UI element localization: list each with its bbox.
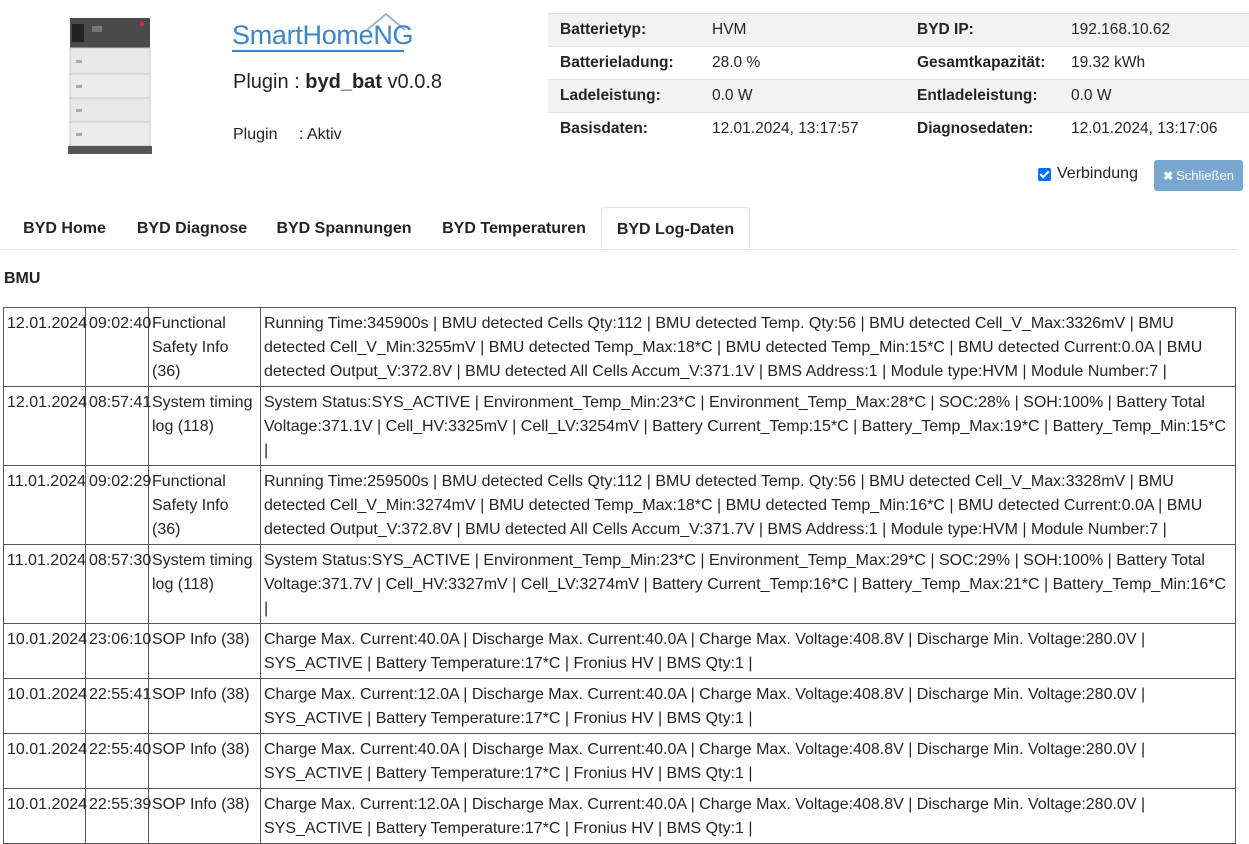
log-type: System timing log (118) [148,386,261,466]
log-row: 10.01.2024 22:55:41 SOP Info (38) Charge Ma… [3,678,1236,734]
tab-byd-temperaturen[interactable]: BYD Temperaturen [428,207,600,249]
plugin-prefix: Plugin : [233,71,306,93]
log-date: 10.01.2024 [3,733,87,789]
plugin-status-value: : Aktiv [299,126,342,143]
log-text: Running Time:259500s | BMU detected Cell… [260,465,1236,545]
plugin-name: byd_bat [305,71,382,93]
tab-byd-spannungen[interactable]: BYD Spannungen [263,207,425,249]
info-label: Ladeleistung: [548,79,700,113]
log-type: Functional Safety Info (36) [148,465,261,545]
battery-product-image [68,18,152,154]
battery-info-table: Batterietyp: HVM BYD IP: 192.168.10.62 Batte… [548,13,1249,145]
close-button-label: Schließen [1176,168,1234,183]
log-text: System Status:SYS_ACTIVE | Environment_T… [260,386,1236,466]
plugin-status-line: Plugin : Aktiv [233,126,342,144]
log-text: Charge Max. Current:12.0A | Discharge Ma… [260,788,1236,844]
log-date: 10.01.2024 [3,678,87,734]
log-text: System Status:SYS_ACTIVE | Environment_T… [260,544,1236,624]
log-time: 22:55:39 [85,788,151,844]
info-row: Batterietyp: HVM BYD IP: 192.168.10.62 [548,13,1249,47]
log-date: 12.01.2024 [3,386,87,466]
log-text: Charge Max. Current:40.0A | Discharge Ma… [260,623,1236,679]
log-type: System timing log (118) [148,544,261,624]
log-row: 12.01.2024 09:02:40 Functional Safety Info… [3,307,1236,387]
log-row: 10.01.2024 23:06:10 SOP Info (38) Charge Ma… [3,623,1236,679]
info-value: 0.0 W [1059,79,1249,113]
smarthomeng-logo: SmartHomeNG [232,12,414,54]
logo-underline [232,50,404,52]
info-value: 0.0 W [700,79,905,113]
connection-label: Verbindung [1057,165,1138,182]
log-time: 22:55:40 [85,733,151,789]
info-label: Gesamtkapazität: [905,46,1059,80]
info-value: HVM [700,13,905,47]
connection-checkbox[interactable] [1038,167,1051,181]
log-time: 08:57:30 [85,544,151,624]
log-text: Charge Max. Current:40.0A | Discharge Ma… [260,733,1236,789]
info-value: 28.0 % [700,46,905,80]
log-time: 08:57:41 [85,386,151,466]
tab-byd-log-daten[interactable]: BYD Log-Daten [601,207,750,249]
logo-text-ng: NG [373,20,414,50]
log-time: 22:55:41 [85,678,151,734]
log-text: Charge Max. Current:12.0A | Discharge Ma… [260,678,1236,734]
log-type: Functional Safety Info (36) [148,307,261,387]
log-time: 09:02:40 [85,307,151,387]
log-time: 09:02:29 [85,465,151,545]
plugin-status-label: Plugin [233,126,278,143]
log-date: 10.01.2024 [3,623,87,679]
info-label: Batterieladung: [548,46,700,80]
log-row: 11.01.2024 08:57:30 System timing log (118… [3,544,1236,624]
tab-bar: BYD Home BYD Diagnose BYD Spannungen BYD… [0,207,1238,250]
info-row: Batterieladung: 28.0 % Gesamtkapazität: 19.… [548,46,1249,80]
close-button[interactable]: ✖ Schließen [1154,160,1243,191]
log-row: 12.01.2024 08:57:41 System timing log (118… [3,386,1236,466]
log-text: Running Time:345900s | BMU detected Cell… [260,307,1236,387]
log-type: SOP Info (38) [148,623,261,679]
log-type: SOP Info (38) [148,733,261,789]
info-label: Entladeleistung: [905,79,1059,113]
log-row: 10.01.2024 22:55:39 SOP Info (38) Charge Ma… [3,788,1236,844]
log-type: SOP Info (38) [148,678,261,734]
info-label: Diagnosedaten: [905,112,1059,145]
info-value: 192.168.10.62 [1059,13,1249,47]
info-row: Ladeleistung: 0.0 W Entladeleistung: 0.0 W [548,79,1249,113]
tab-byd-diagnose[interactable]: BYD Diagnose [124,207,260,249]
plugin-version: v0.0.8 [381,71,443,93]
info-label: BYD IP: [905,13,1059,47]
log-table: 12.01.2024 09:02:40 Functional Safety Info… [3,307,1236,844]
info-row: Basisdaten: 12.01.2024, 13:17:57 Diagnosed… [548,112,1249,145]
log-date: 12.01.2024 [3,307,87,387]
info-label: Basisdaten: [548,112,700,145]
connection-toggle[interactable]: Verbindung [1038,165,1138,183]
section-title-bmu: BMU [4,270,41,287]
log-row: 11.01.2024 09:02:29 Functional Safety Info… [3,465,1236,545]
log-date: 10.01.2024 [3,788,87,844]
log-time: 23:06:10 [85,623,151,679]
info-value: 12.01.2024, 13:17:57 [700,112,905,145]
plugin-title: Plugin : byd_bat v0.0.8 [233,71,442,94]
log-date: 11.01.2024 [3,465,86,545]
tab-byd-home[interactable]: BYD Home [8,207,121,249]
close-icon: ✖ [1163,168,1174,183]
logo-text-main: SmartHome [232,20,374,50]
log-date: 11.01.2024 [3,544,86,624]
log-type: SOP Info (38) [148,788,261,844]
info-value: 19.32 kWh [1059,46,1249,80]
info-value: 12.01.2024, 13:17:06 [1059,112,1249,145]
info-label: Batterietyp: [548,13,700,47]
log-row: 10.01.2024 22:55:40 SOP Info (38) Charge Ma… [3,733,1236,789]
